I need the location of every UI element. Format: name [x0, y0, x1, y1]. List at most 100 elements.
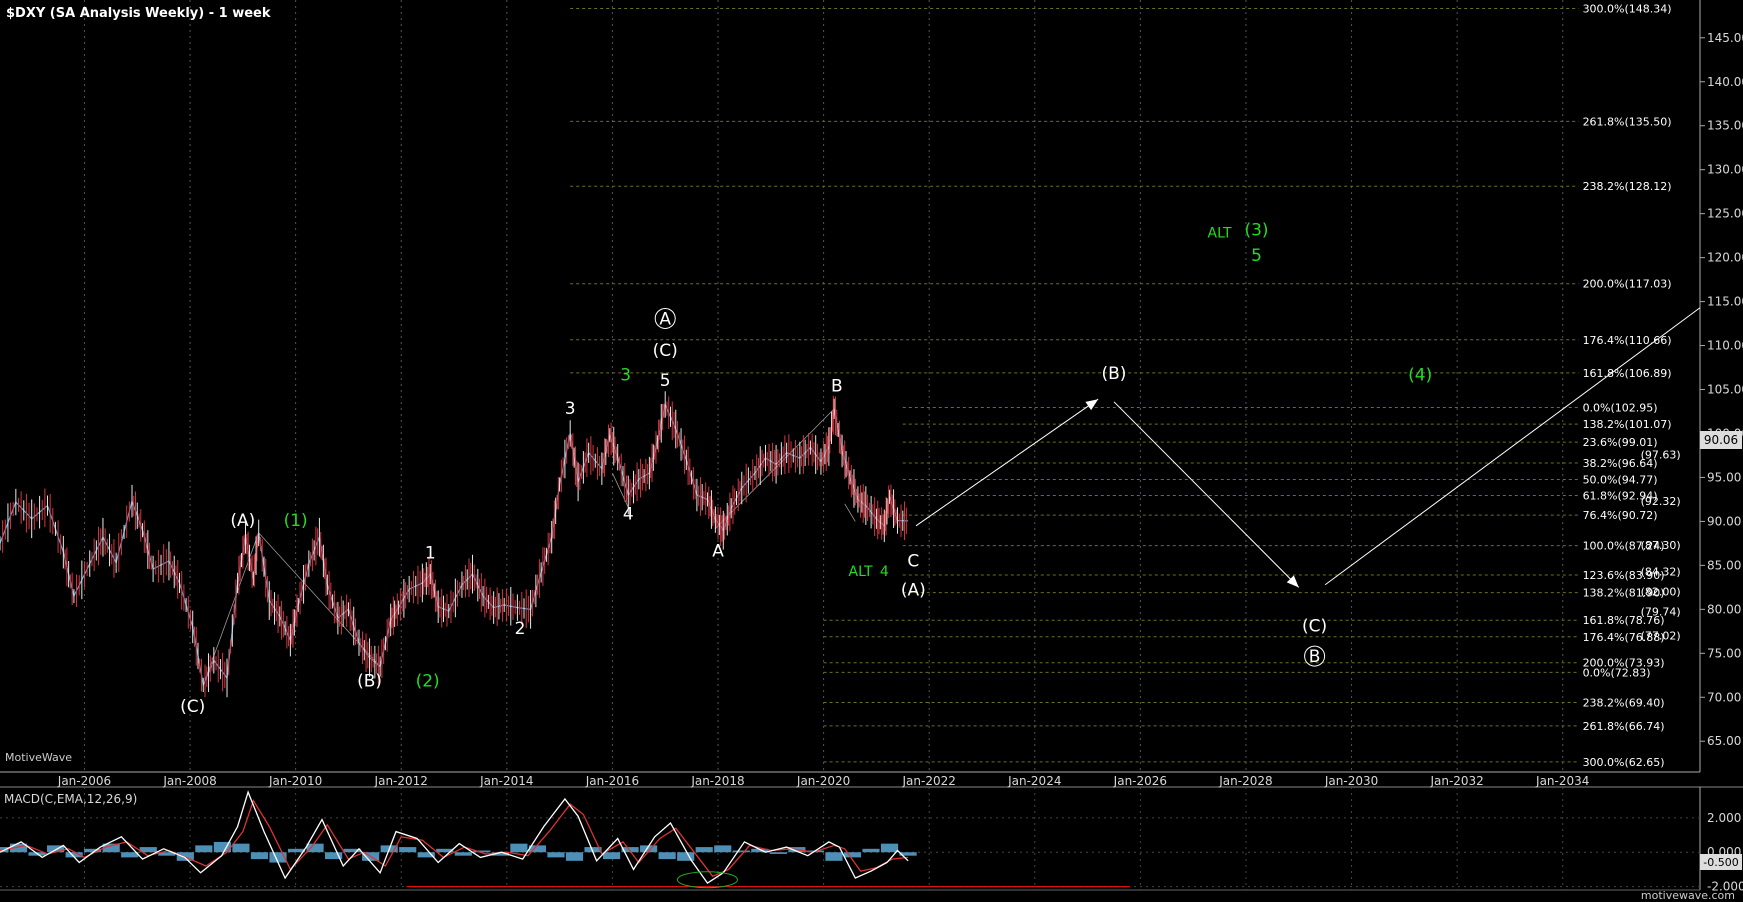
y-tick-label: 75.00: [1707, 646, 1741, 660]
y-tick-label: 130.00: [1707, 163, 1743, 177]
macd-histogram-bar: [732, 850, 750, 853]
wave-label: (B): [357, 672, 382, 692]
wave-label: (1): [284, 511, 308, 531]
y-tick-label: 105.00: [1707, 383, 1743, 397]
wave-label: 5: [660, 371, 671, 391]
wave-alt-label: ALT: [849, 564, 873, 580]
macd-histogram-bar: [843, 852, 862, 858]
wave-label: 3: [620, 366, 631, 386]
y-tick-label: 110.00: [1707, 339, 1743, 353]
y-tick-label: 85.00: [1707, 558, 1741, 572]
macd-histogram-bar: [825, 852, 843, 861]
fib-level-label: 200.0%(117.03): [1583, 278, 1672, 291]
wave-label: A: [712, 542, 724, 562]
fib-level-label: 300.0%(148.34): [1583, 2, 1672, 15]
wave-label: (C): [180, 697, 205, 717]
macd-last-value: -0.500: [1703, 856, 1738, 869]
macd-histogram-bar: [602, 852, 621, 860]
y-tick-label: 65.00: [1707, 734, 1741, 748]
wave-label: (A): [901, 580, 926, 600]
wave-label: 4: [623, 505, 634, 525]
y-tick-label: 115.00: [1707, 295, 1743, 309]
fib-level-label: 238.2%(128.12): [1583, 180, 1672, 193]
wave-label: 2: [515, 619, 526, 639]
x-tick-label: Jan-2010: [268, 774, 322, 788]
wave-label: C: [907, 551, 919, 571]
fib-level-label: (92.32): [1641, 495, 1681, 508]
wave-label: 3: [565, 399, 576, 419]
x-tick-label: Jan-2022: [902, 774, 956, 788]
x-tick-label: Jan-2024: [1007, 774, 1061, 788]
fib-level-label: 138.2%(101.07): [1583, 418, 1672, 431]
fib-level-label: 0.0%(72.83): [1583, 666, 1651, 679]
macd-histogram-bar: [565, 852, 584, 861]
wave-label: (2): [416, 672, 440, 692]
chart-title: $DXY (SA Analysis Weekly) - 1 week: [6, 6, 271, 21]
y-tick-label: 95.00: [1707, 470, 1741, 484]
x-tick-label: Jan-2006: [57, 774, 111, 788]
fib-level-label: 38.2%(96.64): [1583, 457, 1658, 470]
y-tick-label: 140.00: [1707, 75, 1743, 89]
macd-histogram-bar: [195, 845, 213, 853]
macd-indicator-label: MACD(C,EMA,12,26,9): [4, 792, 137, 806]
y-tick-label: 70.00: [1707, 690, 1741, 704]
fib-level-label: 300.0%(62.65): [1583, 756, 1665, 769]
wave-label: (3): [1244, 221, 1268, 241]
macd-histogram-bar: [510, 843, 528, 853]
chart-background: [0, 0, 1743, 902]
fib-level-label: (87.30): [1641, 539, 1681, 552]
wave-label: (C): [653, 341, 678, 361]
wave-label: B: [1309, 647, 1321, 667]
fib-level-label: 23.6%(99.01): [1583, 436, 1658, 449]
wave-label: (C): [1302, 616, 1327, 636]
wave-label: 1: [425, 543, 436, 563]
macd-histogram-bar: [658, 852, 676, 860]
macd-histogram-bar: [232, 843, 250, 853]
x-tick-label: Jan-2034: [1535, 774, 1589, 788]
x-tick-label: Jan-2026: [1113, 774, 1167, 788]
fib-level-label: 261.8%(66.74): [1583, 720, 1665, 733]
fib-level-label: 76.4%(90.72): [1583, 509, 1658, 522]
wave-label: (4): [1408, 366, 1432, 386]
fib-level-label: 176.4%(110.66): [1583, 334, 1672, 347]
y-tick-label: 145.00: [1707, 31, 1743, 45]
x-tick-label: Jan-2028: [1218, 774, 1272, 788]
macd-histogram-bar: [121, 852, 139, 858]
x-tick-label: Jan-2016: [585, 774, 639, 788]
macd-histogram-bar: [547, 852, 565, 858]
macd-histogram-bar: [454, 852, 472, 856]
y-tick-label: 135.00: [1707, 119, 1743, 133]
x-tick-label: Jan-2008: [162, 774, 216, 788]
fib-level-label: 123.6%(83.90): [1583, 569, 1665, 582]
x-tick-label: Jan-2020: [796, 774, 850, 788]
y-tick-label: 125.00: [1707, 207, 1743, 221]
fib-level-label: (82.00): [1641, 586, 1681, 599]
y-tick-label: 120.00: [1707, 251, 1743, 265]
wave-label: A: [659, 309, 671, 329]
wave-alt-label: ALT: [1208, 225, 1232, 241]
macd-histogram-bar: [250, 852, 269, 860]
wave-label: 5: [1251, 246, 1262, 266]
macd-histogram-bar: [306, 843, 324, 853]
y-tick-label: 90.00: [1707, 514, 1741, 528]
macd-histogram-bar: [880, 843, 899, 853]
macd-histogram-bar: [714, 845, 732, 853]
fib-level-label: 161.8%(106.89): [1583, 367, 1672, 380]
wave-label: B: [831, 376, 843, 396]
macd-histogram-bar: [399, 847, 417, 853]
fib-level-label: 238.2%(69.40): [1583, 697, 1665, 710]
fib-level-label: 0.0%(102.95): [1583, 402, 1658, 415]
fib-level-label: (77.02): [1641, 630, 1681, 643]
macd-y-tick-label: 2.000: [1707, 811, 1741, 825]
wave-label: (A): [230, 511, 255, 531]
fib-level-label: 50.0%(94.77): [1583, 473, 1658, 486]
macd-histogram-bar: [677, 852, 695, 861]
macd-histogram-bar: [769, 852, 787, 854]
y-tick-label: 80.00: [1707, 602, 1741, 616]
x-tick-label: Jan-2014: [479, 774, 533, 788]
fib-level-label: 261.8%(135.50): [1583, 115, 1672, 128]
last-price-value: 90.06: [1704, 433, 1738, 447]
chart-canvas: 300.0%(148.34) 261.8%(135.50) 238.2%(128.1…: [0, 0, 1743, 902]
macd-histogram-bar: [862, 848, 880, 853]
wave-alt-label: 4: [880, 564, 889, 580]
